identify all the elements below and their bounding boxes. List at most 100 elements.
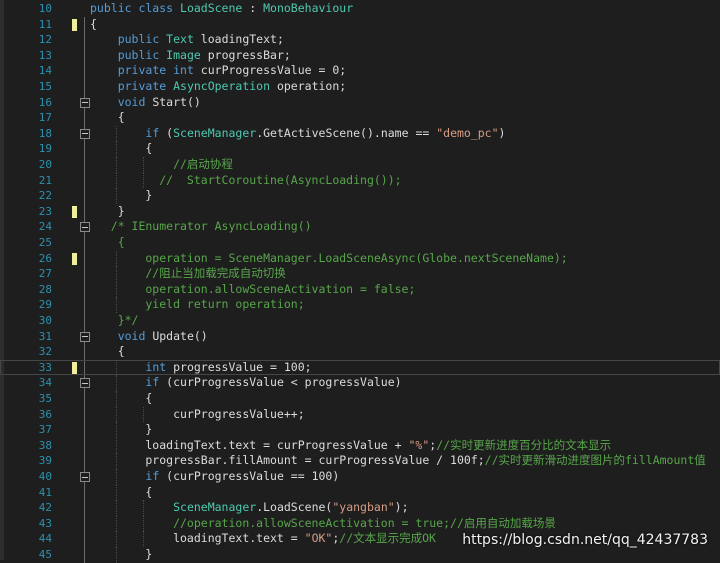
line-number: 21 — [38, 173, 52, 187]
code-line[interactable]: 16 void Start() — [0, 95, 720, 111]
collapse-icon[interactable] — [80, 128, 90, 139]
code-token: /* IEnumerator AsyncLoading() — [90, 219, 312, 234]
code-line[interactable]: 10 public class LoadScene : MonoBehaviour — [0, 1, 720, 17]
code-token: }*/ — [90, 313, 139, 327]
code-text: public Image progressBar; — [90, 48, 291, 64]
code-line[interactable]: 15 private AsyncOperation operation; — [0, 79, 720, 95]
line-number: 10 — [38, 2, 52, 15]
collapse-icon[interactable] — [80, 378, 90, 389]
code-token: .GetActiveScene().name == — [256, 125, 437, 140]
code-token: (curProgressValue == 100) — [166, 469, 340, 483]
code-token: Update() — [152, 328, 208, 343]
code-editor[interactable]: 10 public class LoadScene : MonoBehaviour… — [0, 0, 720, 563]
code-line[interactable]: 22 } — [0, 188, 720, 204]
code-token: Image — [166, 47, 201, 62]
line-number: 37 — [38, 423, 52, 437]
code-line[interactable]: 31 void Update() — [0, 329, 720, 345]
line-number: 18 — [38, 126, 52, 140]
code-text: } — [90, 422, 152, 438]
code-token: curProgressValue = 0; — [200, 63, 347, 78]
code-line[interactable]: 35 { — [0, 391, 720, 407]
collapse-icon[interactable] — [80, 97, 90, 108]
line-number: 36 — [38, 407, 52, 421]
code-line[interactable]: 39 progressBar.fillAmount = curProgressV… — [0, 453, 720, 469]
code-token: public class — [90, 1, 181, 15]
code-text: } — [90, 188, 152, 204]
code-line[interactable]: 18 if (SceneManager.GetActiveScene().nam… — [0, 125, 720, 142]
code-line[interactable]: 13 public Image progressBar; — [0, 48, 720, 64]
code-line[interactable]: 17 { — [0, 110, 720, 126]
code-line[interactable]: 38 loadingText.text = curProgressValue +… — [0, 437, 720, 454]
line-number: 20 — [38, 158, 52, 171]
code-line[interactable]: 45 } — [0, 547, 720, 563]
code-line[interactable]: 19 { — [0, 141, 720, 157]
code-line[interactable]: 28 operation.allowSceneActivation = fals… — [0, 281, 720, 298]
code-line[interactable]: 30 }*/ — [0, 313, 720, 329]
code-token: { — [90, 110, 125, 125]
line-number: 35 — [38, 392, 52, 405]
code-line[interactable]: 26 operation = SceneManager.LoadSceneAsy… — [0, 250, 720, 267]
code-text: /* IEnumerator AsyncLoading() — [90, 219, 312, 235]
code-line[interactable]: 33 int progressValue = 100; — [0, 359, 720, 376]
code-line[interactable]: 11 { — [0, 17, 720, 33]
code-token: "%" — [408, 437, 430, 452]
code-line[interactable]: 40 if (curProgressValue == 100) — [0, 469, 720, 485]
code-token: LoadScene — [180, 1, 243, 15]
code-text: curProgressValue++; — [90, 407, 305, 423]
code-token: //operation.allowSceneActivation = true;… — [90, 515, 556, 530]
line-number: 34 — [38, 376, 52, 390]
code-text: operation.allowSceneActivation = false; — [90, 282, 415, 298]
code-text: // StartCoroutine(AsyncLoading()); — [90, 173, 401, 189]
code-text: } — [90, 547, 152, 563]
code-line[interactable]: 29 yield return operation; — [0, 297, 720, 313]
code-token: .LoadScene( — [256, 500, 333, 515]
code-line[interactable]: 37 } — [0, 422, 720, 438]
code-token: loadingText.text = — [90, 531, 305, 546]
line-number: 19 — [38, 142, 52, 156]
collapse-icon[interactable] — [80, 222, 90, 233]
code-token: //阻止当加载完成自动切换 — [90, 266, 286, 281]
code-line[interactable]: 34 if (curProgressValue < progressValue) — [0, 375, 720, 391]
code-text: loadingText.text = "OK";//文本显示完成OK — [90, 531, 436, 547]
code-token: { — [90, 235, 125, 249]
code-token: Text — [166, 32, 194, 47]
code-token: Start() — [152, 94, 201, 109]
code-token: "yangban" — [332, 500, 395, 515]
code-line[interactable]: 27 //阻止当加载完成自动切换 — [0, 266, 720, 282]
code-line[interactable]: 21 // StartCoroutine(AsyncLoading()); — [0, 172, 720, 189]
code-text: private AsyncOperation operation; — [90, 79, 347, 95]
code-line[interactable]: 12 public Text loadingText; — [0, 32, 720, 48]
code-line[interactable]: 14 private int curProgressValue = 0; — [0, 63, 720, 79]
code-token: "demo_pc" — [436, 125, 499, 140]
code-line[interactable]: 43 //operation.allowSceneActivation = tr… — [0, 515, 720, 532]
code-line[interactable]: 41 { — [0, 484, 720, 501]
line-number: 22 — [38, 189, 52, 203]
code-line[interactable]: 25 { — [0, 235, 720, 251]
line-number: 12 — [38, 33, 52, 47]
code-text: loadingText.text = curProgressValue + "%… — [90, 438, 611, 454]
change-marker — [72, 18, 77, 31]
line-number: 11 — [38, 17, 52, 31]
line-number: 32 — [38, 345, 52, 359]
line-number: 17 — [38, 111, 52, 125]
code-line[interactable]: 23 } — [0, 204, 720, 220]
code-text: { — [90, 17, 97, 33]
code-text: }*/ — [90, 313, 139, 329]
code-token: if — [145, 469, 167, 483]
code-line[interactable]: 36 curProgressValue++; — [0, 406, 720, 423]
code-token: AsyncOperation — [173, 79, 271, 93]
code-token: SceneManager — [173, 500, 257, 515]
code-line[interactable]: 24 /* IEnumerator AsyncLoading() — [0, 219, 720, 235]
code-line[interactable]: 32 { — [0, 344, 720, 360]
code-line[interactable]: 42 SceneManager.LoadScene("yangban"); — [0, 500, 720, 516]
collapse-icon[interactable] — [80, 472, 90, 482]
collapse-icon[interactable] — [80, 331, 90, 342]
line-number: 41 — [38, 485, 52, 499]
code-token: } — [90, 547, 153, 561]
code-line[interactable]: 20 //启动协程 — [0, 157, 720, 173]
code-text: if (curProgressValue < progressValue) — [90, 375, 401, 391]
